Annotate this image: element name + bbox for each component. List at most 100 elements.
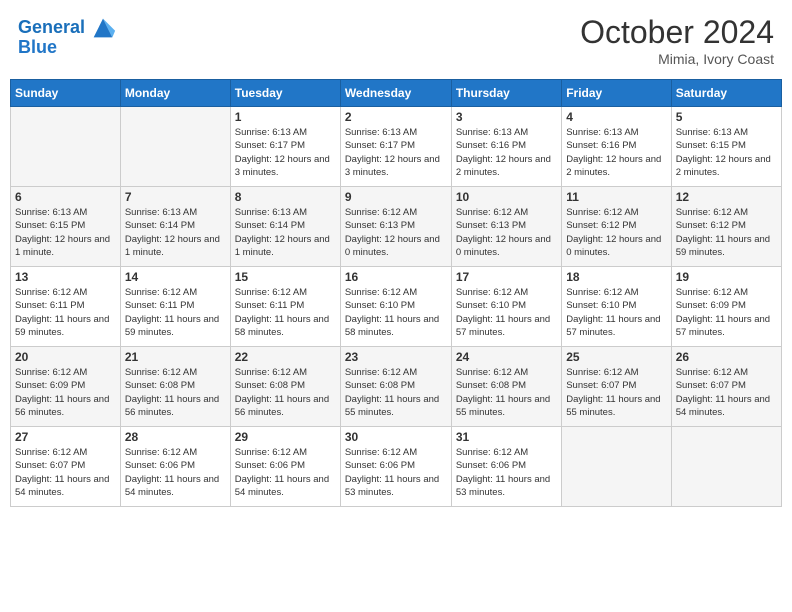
weekday-header-row: SundayMondayTuesdayWednesdayThursdayFrid…	[11, 80, 782, 107]
calendar-day-cell: 26 Sunrise: 6:12 AM Sunset: 6:07 PM Dayli…	[671, 347, 781, 427]
weekday-header-cell: Friday	[562, 80, 671, 107]
day-info: Sunrise: 6:12 AM Sunset: 6:11 PM Dayligh…	[235, 286, 336, 339]
day-info: Sunrise: 6:13 AM Sunset: 6:15 PM Dayligh…	[15, 206, 116, 259]
day-number: 26	[676, 350, 777, 364]
calendar-day-cell: 4 Sunrise: 6:13 AM Sunset: 6:16 PM Daylig…	[562, 107, 671, 187]
logo: General Blue	[18, 14, 117, 58]
day-number: 23	[345, 350, 447, 364]
day-info: Sunrise: 6:12 AM Sunset: 6:09 PM Dayligh…	[676, 286, 777, 339]
day-info: Sunrise: 6:12 AM Sunset: 6:06 PM Dayligh…	[456, 446, 557, 499]
day-info: Sunrise: 6:12 AM Sunset: 6:06 PM Dayligh…	[345, 446, 447, 499]
calendar-day-cell: 23 Sunrise: 6:12 AM Sunset: 6:08 PM Dayli…	[340, 347, 451, 427]
location-subtitle: Mimia, Ivory Coast	[580, 51, 774, 67]
calendar-day-cell: 25Sunrise: 6:12 AM Sunset: 6:07 PM Dayli…	[562, 347, 671, 427]
day-info: Sunrise: 6:12 AM Sunset: 6:06 PM Dayligh…	[125, 446, 226, 499]
day-info: Sunrise: 6:12 AM Sunset: 6:11 PM Dayligh…	[15, 286, 116, 339]
day-number: 16	[345, 270, 447, 284]
calendar-day-cell: 27 Sunrise: 6:12 AM Sunset: 6:07 PM Dayli…	[11, 427, 121, 507]
calendar-body: 1 Sunrise: 6:13 AM Sunset: 6:17 PM Daylig…	[11, 107, 782, 507]
day-number: 31	[456, 430, 557, 444]
calendar-day-cell: 10Sunrise: 6:12 AM Sunset: 6:13 PM Dayli…	[451, 187, 561, 267]
calendar-day-cell	[120, 107, 230, 187]
day-info: Sunrise: 6:12 AM Sunset: 6:10 PM Dayligh…	[456, 286, 557, 339]
day-info: Sunrise: 6:13 AM Sunset: 6:17 PM Dayligh…	[345, 126, 447, 179]
weekday-header-cell: Monday	[120, 80, 230, 107]
day-info: Sunrise: 6:12 AM Sunset: 6:08 PM Dayligh…	[456, 366, 557, 419]
day-number: 11	[566, 190, 666, 204]
day-info: Sunrise: 6:12 AM Sunset: 6:06 PM Dayligh…	[235, 446, 336, 499]
weekday-header-cell: Saturday	[671, 80, 781, 107]
day-info: Sunrise: 6:13 AM Sunset: 6:16 PM Dayligh…	[456, 126, 557, 179]
day-info: Sunrise: 6:13 AM Sunset: 6:16 PM Dayligh…	[566, 126, 666, 179]
day-number: 27	[15, 430, 116, 444]
day-info: Sunrise: 6:12 AM Sunset: 6:07 PM Dayligh…	[676, 366, 777, 419]
calendar-day-cell: 22Sunrise: 6:12 AM Sunset: 6:08 PM Dayli…	[230, 347, 340, 427]
day-info: Sunrise: 6:12 AM Sunset: 6:12 PM Dayligh…	[566, 206, 666, 259]
calendar-day-cell: 5 Sunrise: 6:13 AM Sunset: 6:15 PM Daylig…	[671, 107, 781, 187]
day-number: 20	[15, 350, 116, 364]
logo-icon	[89, 14, 117, 42]
day-number: 9	[345, 190, 447, 204]
weekday-header-cell: Wednesday	[340, 80, 451, 107]
day-info: Sunrise: 6:12 AM Sunset: 6:11 PM Dayligh…	[125, 286, 226, 339]
day-info: Sunrise: 6:12 AM Sunset: 6:08 PM Dayligh…	[235, 366, 336, 419]
calendar-day-cell: 16 Sunrise: 6:12 AM Sunset: 6:10 PM Dayli…	[340, 267, 451, 347]
calendar-week-row: 20 Sunrise: 6:12 AM Sunset: 6:09 PM Dayli…	[11, 347, 782, 427]
day-info: Sunrise: 6:13 AM Sunset: 6:17 PM Dayligh…	[235, 126, 336, 179]
day-info: Sunrise: 6:12 AM Sunset: 6:08 PM Dayligh…	[345, 366, 447, 419]
calendar-day-cell: 6 Sunrise: 6:13 AM Sunset: 6:15 PM Daylig…	[11, 187, 121, 267]
calendar-day-cell: 29Sunrise: 6:12 AM Sunset: 6:06 PM Dayli…	[230, 427, 340, 507]
weekday-header-cell: Thursday	[451, 80, 561, 107]
day-number: 4	[566, 110, 666, 124]
calendar-week-row: 6 Sunrise: 6:13 AM Sunset: 6:15 PM Daylig…	[11, 187, 782, 267]
day-info: Sunrise: 6:12 AM Sunset: 6:09 PM Dayligh…	[15, 366, 116, 419]
calendar-day-cell: 20 Sunrise: 6:12 AM Sunset: 6:09 PM Dayli…	[11, 347, 121, 427]
calendar-day-cell: 1 Sunrise: 6:13 AM Sunset: 6:17 PM Daylig…	[230, 107, 340, 187]
day-number: 5	[676, 110, 777, 124]
day-number: 7	[125, 190, 226, 204]
calendar-day-cell	[562, 427, 671, 507]
day-number: 17	[456, 270, 557, 284]
calendar-day-cell: 9 Sunrise: 6:12 AM Sunset: 6:13 PM Daylig…	[340, 187, 451, 267]
calendar-day-cell: 28 Sunrise: 6:12 AM Sunset: 6:06 PM Dayli…	[120, 427, 230, 507]
day-number: 15	[235, 270, 336, 284]
calendar-week-row: 13 Sunrise: 6:12 AM Sunset: 6:11 PM Dayli…	[11, 267, 782, 347]
day-number: 2	[345, 110, 447, 124]
title-block: October 2024 Mimia, Ivory Coast	[580, 14, 774, 67]
weekday-header-cell: Tuesday	[230, 80, 340, 107]
day-info: Sunrise: 6:12 AM Sunset: 6:10 PM Dayligh…	[345, 286, 447, 339]
day-number: 6	[15, 190, 116, 204]
day-number: 3	[456, 110, 557, 124]
day-info: Sunrise: 6:12 AM Sunset: 6:07 PM Dayligh…	[15, 446, 116, 499]
calendar-week-row: 1 Sunrise: 6:13 AM Sunset: 6:17 PM Daylig…	[11, 107, 782, 187]
calendar-day-cell: 7Sunrise: 6:13 AM Sunset: 6:14 PM Daylig…	[120, 187, 230, 267]
day-number: 8	[235, 190, 336, 204]
day-info: Sunrise: 6:13 AM Sunset: 6:15 PM Dayligh…	[676, 126, 777, 179]
day-info: Sunrise: 6:13 AM Sunset: 6:14 PM Dayligh…	[235, 206, 336, 259]
calendar-day-cell: 3 Sunrise: 6:13 AM Sunset: 6:16 PM Daylig…	[451, 107, 561, 187]
day-number: 28	[125, 430, 226, 444]
calendar-day-cell: 30 Sunrise: 6:12 AM Sunset: 6:06 PM Dayli…	[340, 427, 451, 507]
calendar-week-row: 27 Sunrise: 6:12 AM Sunset: 6:07 PM Dayli…	[11, 427, 782, 507]
calendar-day-cell: 8 Sunrise: 6:13 AM Sunset: 6:14 PM Daylig…	[230, 187, 340, 267]
logo-text: General	[18, 18, 85, 38]
day-info: Sunrise: 6:12 AM Sunset: 6:10 PM Dayligh…	[566, 286, 666, 339]
calendar-day-cell: 2 Sunrise: 6:13 AM Sunset: 6:17 PM Daylig…	[340, 107, 451, 187]
day-info: Sunrise: 6:12 AM Sunset: 6:08 PM Dayligh…	[125, 366, 226, 419]
day-info: Sunrise: 6:12 AM Sunset: 6:12 PM Dayligh…	[676, 206, 777, 259]
calendar-day-cell: 24 Sunrise: 6:12 AM Sunset: 6:08 PM Dayli…	[451, 347, 561, 427]
day-number: 24	[456, 350, 557, 364]
calendar-day-cell: 17 Sunrise: 6:12 AM Sunset: 6:10 PM Dayli…	[451, 267, 561, 347]
calendar-day-cell	[11, 107, 121, 187]
day-info: Sunrise: 6:12 AM Sunset: 6:13 PM Dayligh…	[345, 206, 447, 259]
calendar-day-cell: 14 Sunrise: 6:12 AM Sunset: 6:11 PM Dayli…	[120, 267, 230, 347]
day-number: 13	[15, 270, 116, 284]
day-number: 30	[345, 430, 447, 444]
day-number: 14	[125, 270, 226, 284]
day-number: 1	[235, 110, 336, 124]
calendar-day-cell: 31 Sunrise: 6:12 AM Sunset: 6:06 PM Dayli…	[451, 427, 561, 507]
day-number: 21	[125, 350, 226, 364]
calendar-day-cell: 18Sunrise: 6:12 AM Sunset: 6:10 PM Dayli…	[562, 267, 671, 347]
weekday-header-cell: Sunday	[11, 80, 121, 107]
calendar-day-cell	[671, 427, 781, 507]
